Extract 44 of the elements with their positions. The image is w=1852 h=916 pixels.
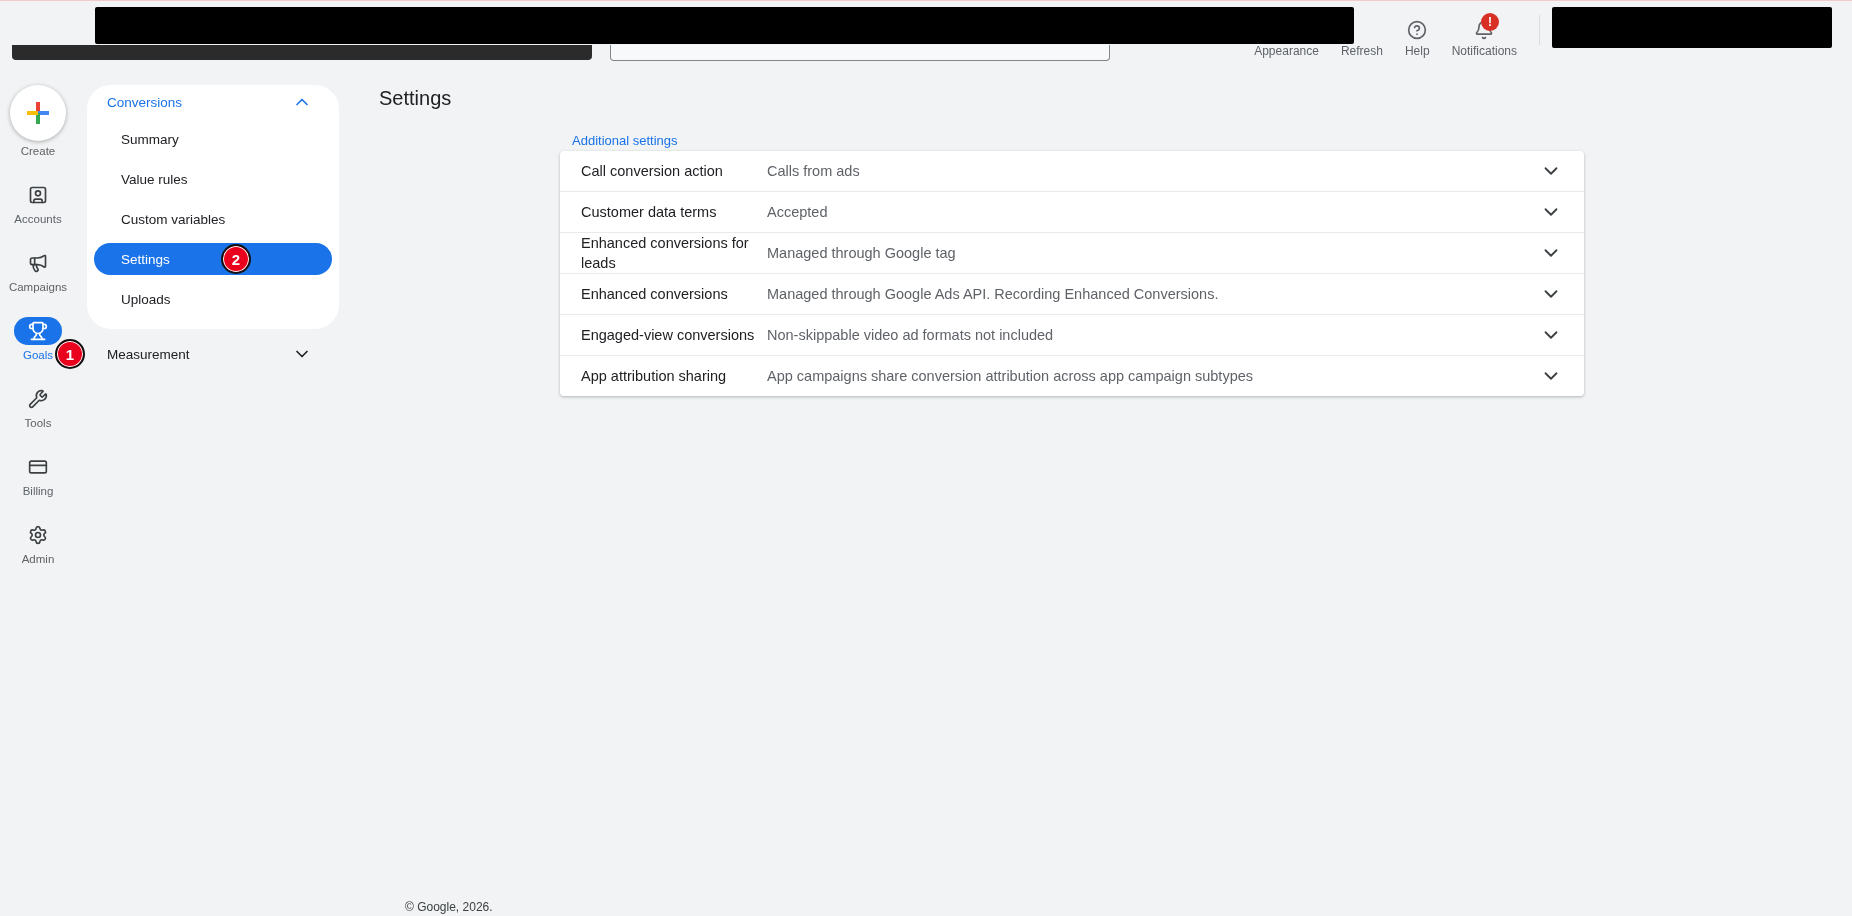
toolbar-button[interactable]: Appearance — [1254, 44, 1319, 58]
nav-item[interactable]: Summary — [94, 123, 332, 155]
toolbar-button[interactable]: Help — [1404, 20, 1430, 58]
wrench-icon — [28, 389, 48, 409]
nav-rail-item[interactable]: Billing — [3, 453, 73, 521]
nav-rail-item[interactable]: Campaigns — [3, 249, 73, 317]
plus-icon — [27, 102, 49, 124]
step-marker: 1 — [55, 339, 85, 369]
settings-icon — [28, 525, 48, 545]
copyright-text: © Google, 2026. — [405, 900, 493, 914]
nav-item[interactable]: Custom variables — [94, 203, 332, 235]
nav-group-header[interactable]: Measurement — [94, 337, 332, 371]
toolbar-button[interactable]: Refresh — [1340, 44, 1383, 58]
setting-label: Enhanced conversions for leads — [581, 234, 750, 273]
contact-card-icon — [28, 185, 48, 205]
bell-icon — [1474, 20, 1495, 40]
setting-value: App campaigns share conversion attribution across app campaign subtypes — [767, 368, 1255, 384]
nav-rail-item[interactable]: Accounts — [3, 181, 73, 249]
nav-group-header[interactable]: Conversions — [94, 85, 332, 119]
setting-label: Customer data terms — [581, 203, 718, 222]
setting-value: Managed through Google Ads API. Recording Enhanced Conversions. — [767, 286, 1220, 302]
setting-value: Accepted — [767, 204, 829, 220]
setting-label: App attribution sharing — [581, 367, 728, 386]
page-title: Settings — [379, 87, 453, 110]
nav-item[interactable]: Settings 2 — [94, 243, 332, 275]
help-icon — [1407, 20, 1428, 40]
trophy-icon — [28, 321, 48, 341]
setting-label: Engaged-view conversions — [581, 326, 756, 345]
nav-item[interactable]: Uploads — [94, 283, 332, 315]
section-heading: Additional settings — [572, 133, 679, 148]
setting-value: Calls from ads — [767, 163, 861, 179]
create-button[interactable]: Create — [3, 85, 73, 181]
setting-label: Enhanced conversions — [581, 285, 729, 304]
nav-item[interactable]: Value rules — [94, 163, 332, 195]
setting-value: Managed through Google tag — [767, 245, 957, 261]
nav-rail-item[interactable]: Admin — [3, 521, 73, 589]
setting-label: Call conversion action — [581, 162, 724, 181]
megaphone-icon — [28, 253, 48, 273]
credit-card-icon — [28, 457, 48, 477]
nav-rail-item[interactable]: Tools — [3, 385, 73, 453]
notification-badge: ! — [1481, 13, 1499, 31]
setting-value: Non-skippable video ad formats not included — [767, 327, 1055, 343]
step-marker: 2 — [221, 244, 251, 274]
search-field[interactable] — [610, 45, 1110, 61]
